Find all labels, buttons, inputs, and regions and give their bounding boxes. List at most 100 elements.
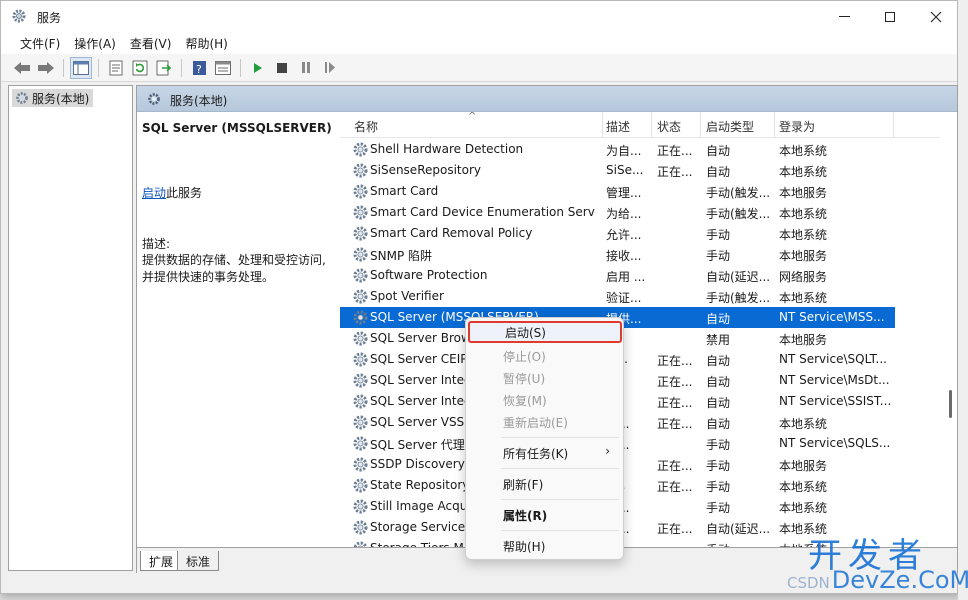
service-gear-icon [353, 184, 368, 199]
start-service-button[interactable] [247, 57, 269, 79]
menu-item-all-tasks[interactable]: 所有任务(K) › [468, 442, 622, 464]
menu-item-all-tasks-label: 所有任务(K) [503, 447, 569, 461]
tree-item-label: 服务(本地) [32, 92, 90, 106]
refresh-icon [132, 60, 148, 75]
watermark-csdn: CSDN [787, 574, 830, 592]
service-gear-icon [353, 394, 368, 409]
column-separator[interactable] [700, 112, 701, 138]
refresh-button[interactable] [129, 57, 151, 79]
restart-icon [325, 62, 335, 73]
table-row[interactable]: Smart Card 管理... 手动(触发... 本地服务 [340, 181, 895, 202]
menu-item-start[interactable]: 启动(S) [468, 321, 622, 343]
menu-item-refresh[interactable]: 刷新(F) [468, 473, 622, 495]
cell-startup-type: 自动(延迟... [706, 270, 771, 284]
properties-button[interactable] [105, 57, 127, 79]
service-gear-icon [353, 310, 368, 325]
column-separator[interactable] [651, 112, 652, 138]
start-service-link[interactable]: 启动 [142, 186, 166, 200]
cell-status: 正在... [657, 396, 693, 410]
tab-standard[interactable]: 标准 [177, 551, 220, 571]
pause-service-button[interactable] [295, 57, 317, 79]
cell-startup-type: 自动 [706, 165, 731, 179]
restart-service-button[interactable] [319, 57, 341, 79]
show-action-pane-button[interactable] [212, 57, 234, 79]
stop-service-button[interactable] [271, 57, 293, 79]
cell-logon: NT Service\MSS... [779, 310, 885, 324]
cell-description: SiSe... [606, 163, 644, 177]
cell-logon: 本地系统 [779, 165, 828, 179]
menu-item-properties[interactable]: 属性(R) [468, 504, 622, 526]
forward-button[interactable] [35, 57, 57, 79]
back-button[interactable] [11, 57, 33, 79]
menu-item-stop[interactable]: 停止(O) [468, 345, 622, 367]
maximize-button[interactable] [867, 1, 913, 32]
scrollbar-thumb[interactable] [949, 390, 952, 418]
cell-startup-type: 自动 [706, 396, 731, 410]
cell-status: 正在... [657, 375, 693, 389]
table-row[interactable]: Software Protection 启用 ... 自动(延迟... 网络服务 [340, 265, 895, 286]
menu-item-pause[interactable]: 暂停(U) [468, 367, 622, 389]
column-header-startup-type[interactable]: 启动类型 [706, 118, 754, 135]
help-button[interactable]: ? [188, 57, 210, 79]
cell-description: 验证... [606, 291, 642, 305]
menu-help[interactable]: 帮助(H) [178, 32, 234, 54]
table-row[interactable]: Shell Hardware Detection 为自... 正在... 自动 本地系统 [340, 139, 895, 160]
show-console-tree-button[interactable] [70, 56, 92, 79]
cell-logon: 本地系统 [779, 417, 828, 431]
cell-description: 管理... [606, 186, 642, 200]
column-header-logon[interactable]: 登录为 [779, 118, 815, 135]
close-button[interactable] [913, 1, 959, 32]
console-tree-icon [73, 60, 89, 75]
column-separator[interactable] [774, 112, 775, 138]
vertical-scrollbar[interactable] [940, 112, 957, 547]
tree-item-services-local[interactable]: 服务(本地) [12, 89, 94, 107]
column-separator[interactable] [602, 112, 603, 138]
cell-name: Smart Card Removal Policy [370, 226, 533, 240]
cell-logon: NT Service\SSIST... [779, 394, 891, 408]
table-row[interactable]: Smart Card Removal Policy 允许... 手动 本地系统 [340, 223, 895, 244]
cell-description: 允许... [606, 228, 642, 242]
table-row[interactable]: SNMP 陷阱 接收... 手动 本地服务 [340, 244, 895, 265]
description-text: 提供数据的存储、处理和受控访问,并提供快速的事务处理。 [142, 253, 326, 284]
cell-name: Smart Card [370, 184, 439, 198]
table-row[interactable]: Spot Verifier 验证... 手动(触发... 本地系统 [340, 286, 895, 307]
watermark-domain: DevZe.CoM [831, 566, 968, 594]
service-gear-icon [353, 478, 368, 493]
play-icon [254, 62, 262, 73]
console-tree: 服务(本地) [8, 85, 133, 571]
services-list: ^ 名称 描述 状态 启动类型 登录为 Shell Hardware Detec… [340, 112, 957, 547]
menu-item-restart[interactable]: 重新启动(E) [468, 411, 622, 433]
menu-file[interactable]: 文件(F) [13, 32, 67, 54]
menu-item-resume[interactable]: 恢复(M) [468, 389, 622, 411]
export-list-button[interactable] [153, 57, 175, 79]
service-gear-icon [353, 205, 368, 220]
service-gear-icon [353, 226, 368, 241]
menu-view[interactable]: 查看(V) [123, 32, 179, 54]
cell-status: 正在... [657, 480, 693, 494]
cell-status: 正在... [657, 354, 693, 368]
forward-arrow-icon [38, 61, 54, 74]
cell-status: 正在... [657, 165, 693, 179]
table-row[interactable]: SiSenseRepository SiSe... 正在... 自动 本地系统 [340, 160, 895, 181]
services-gear-icon [148, 93, 160, 105]
column-header-name[interactable]: 名称 [354, 118, 378, 135]
cell-startup-type: 手动 [706, 459, 731, 473]
cell-logon: 本地服务 [779, 333, 828, 347]
cell-logon: 本地服务 [779, 459, 828, 473]
tab-extended[interactable]: 扩展 [140, 551, 183, 571]
column-header-description[interactable]: 描述 [606, 118, 630, 135]
cell-logon: NT Service\SQLT... [779, 352, 887, 366]
table-row[interactable]: Smart Card Device Enumeration Servi... 为给… [340, 202, 895, 223]
service-gear-icon [353, 541, 368, 547]
cell-startup-type: 自动 [706, 144, 731, 158]
column-separator[interactable] [893, 112, 894, 138]
cell-status: 正在... [657, 522, 693, 536]
cell-logon: 本地服务 [779, 249, 828, 263]
column-header-status[interactable]: 状态 [657, 118, 681, 135]
menu-item-help[interactable]: 帮助(H) [468, 535, 622, 557]
cell-logon: 网络服务 [779, 270, 828, 284]
cell-logon: 本地系统 [779, 501, 828, 515]
cell-name: Software Protection [370, 268, 488, 282]
minimize-button[interactable] [821, 1, 867, 32]
menu-action[interactable]: 操作(A) [67, 32, 123, 54]
